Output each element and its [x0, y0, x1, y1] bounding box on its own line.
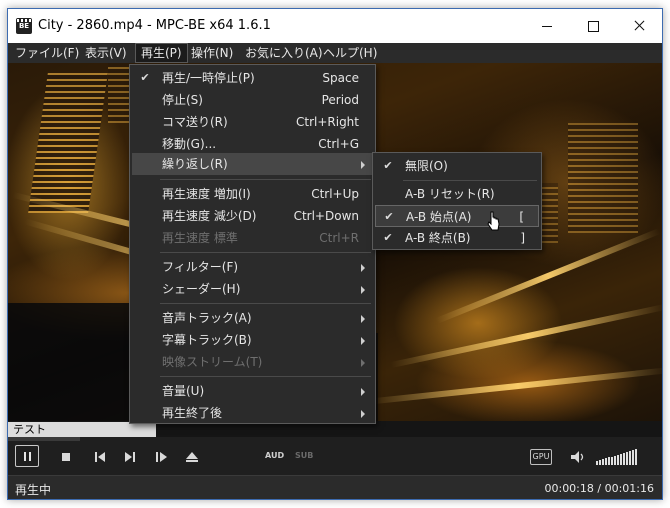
checkmark-icon: ✔ [384, 210, 394, 223]
volume-bar [620, 453, 622, 465]
title-bar[interactable]: BE City - 2860.mp4 - MPC-BE x64 1.6.1 [8, 9, 662, 43]
seek-tooltip: テスト [8, 422, 156, 437]
submenu-arrow-icon [361, 315, 365, 323]
volume-bar [617, 454, 619, 465]
menu-item-goto[interactable]: 移動(G)... Ctrl+G [132, 133, 373, 155]
menu-item-video-stream[interactable]: 映像ストリーム(T) [132, 351, 373, 373]
menu-item-repeat[interactable]: 繰り返し(R) [132, 153, 373, 175]
volume-bar [611, 456, 613, 465]
speaker-icon[interactable] [568, 447, 588, 467]
volume-bar [614, 455, 616, 465]
submenu-arrow-icon [361, 388, 365, 396]
minimize-icon[interactable] [524, 9, 570, 43]
menu-item-after-playback[interactable]: 再生終了後 [132, 402, 373, 424]
volume-bar [602, 459, 604, 465]
volume-bar [605, 458, 607, 465]
time-display: 00:00:18 / 00:01:16 [544, 482, 654, 495]
menu-bar: ファイル(F) 表示(V) 再生(P) 操作(N) お気に入り(A) ヘルプ(H… [8, 43, 662, 63]
skip-next-icon[interactable] [120, 447, 140, 467]
window-title: City - 2860.mp4 - MPC-BE x64 1.6.1 [38, 18, 271, 33]
checkmark-icon: ✔ [140, 71, 150, 84]
app-icon: BE [16, 18, 32, 34]
menu-item-speed-up[interactable]: 再生速度 増加(I) Ctrl+Up [132, 183, 373, 205]
play-menu: ✔ 再生/一時停止(P) Space 停止(S) Period コマ送り(R) … [129, 64, 376, 424]
menu-item-frame-step[interactable]: コマ送り(R) Ctrl+Right [132, 111, 373, 133]
menu-file[interactable]: ファイル(F) [10, 43, 84, 63]
menu-item-shaders[interactable]: シェーダー(H) [132, 278, 373, 300]
pause-icon[interactable] [15, 445, 39, 467]
menu-item-speed-down[interactable]: 再生速度 減少(D) Ctrl+Down [132, 205, 373, 227]
volume-bar [629, 451, 631, 465]
skip-previous-icon[interactable] [90, 447, 110, 467]
volume-bar [596, 461, 598, 465]
volume-bar [599, 460, 601, 465]
close-icon[interactable] [616, 9, 662, 43]
submenu-arrow-icon [361, 264, 365, 272]
menu-separator [403, 180, 537, 181]
submenu-arrow-icon [361, 410, 365, 418]
menu-item-speed-normal[interactable]: 再生速度 標準 Ctrl+R [132, 227, 373, 249]
submenu-item-ab-reset[interactable]: A-B リセット(R) [375, 183, 539, 205]
submenu-arrow-icon [361, 286, 365, 294]
menu-separator [160, 376, 371, 377]
audio-track-badge[interactable]: AUD [265, 451, 284, 460]
submenu-item-ab-end[interactable]: ✔ A-B 終点(B) ] [375, 227, 539, 249]
submenu-arrow-icon [361, 359, 365, 367]
menu-item-stop[interactable]: 停止(S) Period [132, 89, 373, 111]
playback-state: 再生中 [15, 483, 52, 497]
stop-icon[interactable] [56, 447, 76, 467]
repeat-submenu: ✔ 無限(O) A-B リセット(R) ✔ A-B 始点(A) [ ✔ A-B … [372, 152, 542, 250]
volume-bar [632, 450, 634, 465]
menu-item-subtitle-track[interactable]: 字幕トラック(B) [132, 329, 373, 351]
volume-bar [635, 449, 637, 465]
checkmark-icon: ✔ [383, 231, 393, 244]
submenu-arrow-icon [361, 337, 365, 345]
gpu-badge[interactable]: GPU [530, 449, 552, 465]
menu-help[interactable]: ヘルプ(H) [318, 43, 382, 63]
volume-slider[interactable] [596, 449, 640, 465]
frame-step-icon[interactable] [152, 447, 172, 467]
menu-item-filters[interactable]: フィルター(F) [132, 256, 373, 278]
menu-separator [160, 303, 371, 304]
submenu-item-infinite[interactable]: ✔ 無限(O) [375, 155, 539, 177]
menu-play[interactable]: 再生(P) [135, 43, 188, 63]
volume-bar [608, 457, 610, 465]
mouse-cursor-icon [487, 211, 500, 231]
status-bar: 再生中 00:00:18 / 00:01:16 [8, 475, 662, 499]
volume-bar [623, 452, 625, 465]
eject-icon[interactable] [182, 447, 202, 467]
menu-separator [160, 252, 371, 253]
menu-view[interactable]: 表示(V) [80, 43, 132, 63]
maximize-icon[interactable] [570, 9, 616, 43]
volume-bar [626, 452, 628, 465]
menu-item-volume[interactable]: 音量(U) [132, 380, 373, 402]
submenu-arrow-icon [361, 161, 365, 169]
menu-separator [160, 179, 371, 180]
checkmark-icon: ✔ [383, 159, 393, 172]
menu-item-audio-track[interactable]: 音声トラック(A) [132, 307, 373, 329]
control-bar: AUD SUB GPU [8, 441, 662, 475]
menu-favorites[interactable]: お気に入り(A) [240, 43, 328, 63]
menu-item-play-pause[interactable]: ✔ 再生/一時停止(P) Space [132, 67, 373, 89]
subtitle-badge[interactable]: SUB [295, 451, 313, 460]
menu-navigate[interactable]: 操作(N) [186, 43, 238, 63]
submenu-item-ab-start[interactable]: ✔ A-B 始点(A) [ [375, 205, 539, 227]
